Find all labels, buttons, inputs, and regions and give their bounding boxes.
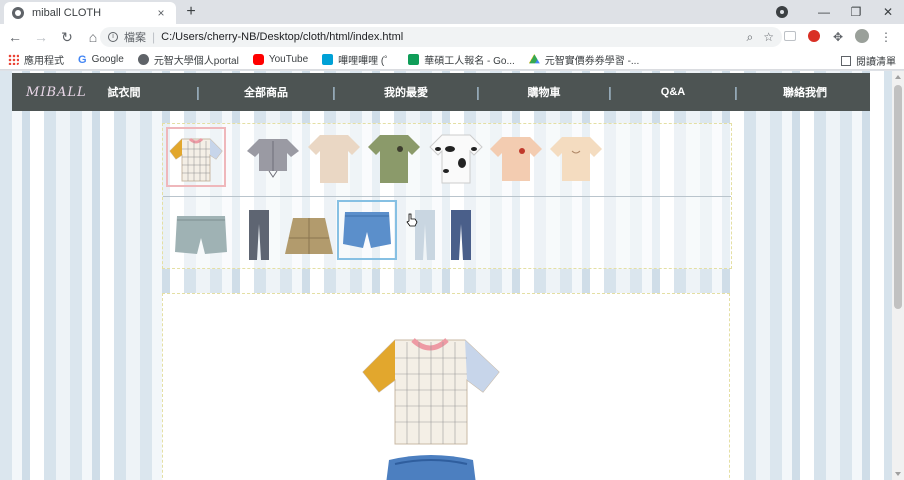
- bookmark-label: 華碩工人報名 - Go...: [424, 56, 515, 67]
- reading-list-button[interactable]: 閱讀清單: [841, 53, 896, 68]
- top-thumb-cream-tee[interactable]: [546, 127, 606, 187]
- nav-divider: |: [476, 84, 480, 100]
- bookmark-youtube[interactable]: YouTube: [252, 54, 309, 65]
- extensions-area: ✥ ⋮: [778, 27, 898, 47]
- opera-extension-icon[interactable]: [802, 29, 826, 45]
- youtube-icon: [252, 54, 264, 65]
- page-scrollbar[interactable]: [892, 71, 904, 480]
- fitting-room-preview: [162, 293, 730, 480]
- bookmarks-bar: 應用程式 G Google 元智大學個人portal YouTube 嗶哩嗶哩 (…: [0, 50, 904, 70]
- nav-divider: |: [734, 84, 738, 100]
- nav-divider: |: [608, 84, 612, 100]
- browser-toolbar: ← → ↻ ⌂ i 檔案 | C:/Users/cherry-NB/Deskto…: [0, 24, 904, 50]
- close-icon[interactable]: ×: [154, 6, 168, 20]
- top-thumb-grid-colorblock[interactable]: [166, 127, 226, 187]
- bookmark-bilibili[interactable]: 嗶哩嗶哩 (゜: [322, 52, 394, 67]
- address-bar[interactable]: i 檔案 | C:/Users/cherry-NB/Desktop/cloth/…: [100, 27, 782, 47]
- nav-divider: |: [332, 84, 336, 100]
- site-logo[interactable]: MIBALL: [12, 85, 90, 100]
- scrollbar-thumb[interactable]: [894, 85, 902, 309]
- reading-list-label: 閱讀清單: [856, 57, 896, 68]
- window-controls: — ❐ ✕: [776, 0, 904, 24]
- bookmark-label: 嗶哩嗶哩 (゜: [338, 56, 395, 67]
- hand-cursor-icon: [406, 213, 418, 227]
- bookmark-drive[interactable]: 元智實價券券學習 -...: [528, 52, 640, 67]
- bottom-thumb-drawstring-shorts[interactable]: [171, 204, 231, 264]
- bookmark-apps[interactable]: 應用程式: [8, 52, 64, 67]
- top-thumb-olive-tee[interactable]: [364, 127, 424, 187]
- nav-cart[interactable]: 購物車: [482, 84, 606, 100]
- close-window-button[interactable]: ✕: [872, 5, 904, 19]
- globe-icon: [137, 54, 149, 65]
- bottom-thumb-plaid-skirt[interactable]: [279, 204, 339, 264]
- bookmark-google[interactable]: G Google: [78, 54, 124, 66]
- browser-tab[interactable]: miball CLOTH ×: [4, 2, 176, 24]
- bilibili-icon: [322, 54, 334, 65]
- address-url[interactable]: C:/Users/cherry-NB/Desktop/cloth/html/in…: [161, 31, 736, 43]
- bottom-thumb-blue-denim-shorts[interactable]: [337, 200, 397, 260]
- extension-tile-icon[interactable]: [778, 30, 802, 44]
- kebab-menu-icon[interactable]: ⋮: [874, 30, 898, 44]
- reading-list-icon: [841, 55, 851, 66]
- nav-favorites[interactable]: 我的最愛: [338, 84, 474, 100]
- top-thumb-beige-tee[interactable]: [304, 127, 364, 187]
- bookmark-label: YouTube: [268, 54, 309, 65]
- bookmark-portal[interactable]: 元智大學個人portal: [137, 52, 239, 67]
- puzzle-extensions-icon[interactable]: ✥: [826, 30, 850, 44]
- apps-grid-icon: [8, 54, 19, 65]
- forward-arrow-icon[interactable]: →: [30, 26, 52, 48]
- sheets-icon: [408, 54, 420, 65]
- bookmark-label: 應用程式: [24, 56, 64, 67]
- bookmark-label: 元智大學個人portal: [153, 56, 239, 67]
- globe-icon: [12, 7, 24, 19]
- wardrobe-panel: [162, 123, 732, 269]
- row-divider: [163, 196, 731, 197]
- tab-strip: miball CLOTH × + — ❐ ✕: [0, 0, 904, 24]
- scroll-down-arrow-icon[interactable]: [895, 472, 901, 476]
- profile-menu-icon[interactable]: [776, 6, 788, 18]
- minimize-button[interactable]: —: [808, 5, 840, 19]
- top-thumb-peach-tee[interactable]: [486, 127, 546, 187]
- nav-fitting-room[interactable]: 試衣間: [90, 84, 158, 100]
- zoom-icon[interactable]: ⌕: [747, 30, 754, 45]
- nav-qa[interactable]: Q&A: [614, 86, 732, 98]
- bookmark-label: Google: [91, 54, 124, 65]
- bottom-thumb-dark-jeans[interactable]: [431, 204, 491, 264]
- bookmark-star-icon[interactable]: ☆: [763, 30, 774, 44]
- back-arrow-icon[interactable]: ←: [4, 26, 26, 48]
- top-thumb-cow-print[interactable]: [426, 127, 486, 187]
- tab-title: miball CLOTH: [32, 7, 102, 19]
- nav-all-products[interactable]: 全部商品: [202, 84, 330, 100]
- reload-icon[interactable]: ↻: [56, 26, 78, 48]
- nav-divider: |: [196, 84, 200, 100]
- user-avatar[interactable]: [850, 28, 874, 46]
- scroll-up-arrow-icon[interactable]: [895, 75, 901, 79]
- drive-icon: [528, 54, 540, 64]
- nav-contact[interactable]: 聯絡我們: [740, 84, 870, 100]
- new-tab-button[interactable]: +: [182, 3, 200, 21]
- bookmark-label: 元智實價券券學習 -...: [544, 56, 640, 67]
- address-separator: |: [152, 30, 156, 44]
- address-scheme: 檔案: [124, 32, 146, 44]
- google-icon: G: [78, 54, 87, 66]
- outfit-preview-image: [362, 338, 500, 480]
- top-thumb-gray-shirt[interactable]: [243, 127, 303, 187]
- info-icon[interactable]: i: [108, 32, 118, 42]
- restore-button[interactable]: ❐: [840, 5, 872, 19]
- page-viewport: MIBALL 試衣間 | 全部商品 | 我的最愛 | 購物車 | Q&A | 聯…: [0, 71, 892, 480]
- site-navbar: MIBALL 試衣間 | 全部商品 | 我的最愛 | 購物車 | Q&A | 聯…: [12, 73, 870, 111]
- bookmark-sheets[interactable]: 華碩工人報名 - Go...: [408, 52, 515, 67]
